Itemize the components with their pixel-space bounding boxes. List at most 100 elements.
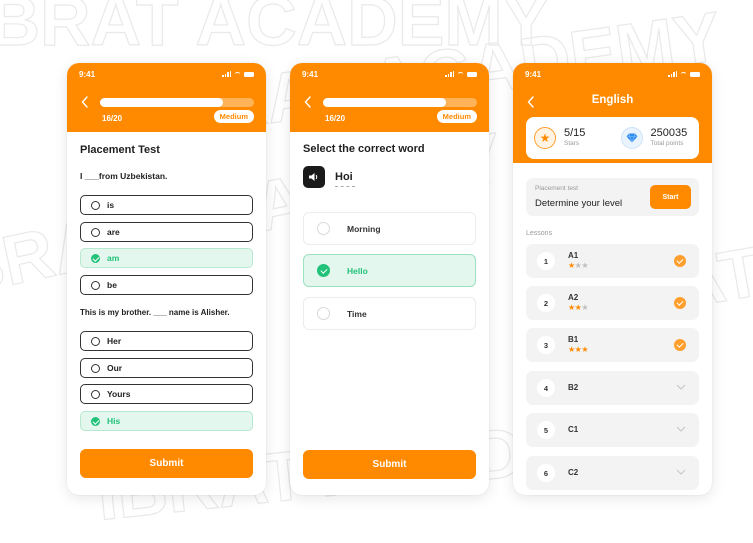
wifi-icon <box>457 71 464 77</box>
word-option[interactable]: Morning <box>303 212 476 245</box>
page-title: Select the correct word <box>303 143 425 155</box>
battery-icon <box>467 71 477 77</box>
start-button[interactable]: Start <box>650 185 691 209</box>
progress-counter: 16/20 <box>325 114 346 123</box>
speaker-icon[interactable] <box>303 166 325 188</box>
progress-bar <box>323 98 477 107</box>
stars-stat: ★ 5/15 Stars <box>526 127 613 149</box>
check-circle-icon <box>317 264 330 277</box>
chevron-down-icon <box>676 426 686 432</box>
lesson-stars: ★★★ <box>568 303 588 312</box>
star-empty-icon: ★ <box>581 303 589 312</box>
submit-button[interactable]: Submit <box>303 450 476 479</box>
lesson-item[interactable]: 1 A1 ★★★ <box>526 244 699 278</box>
answer-option-selected[interactable]: His <box>80 411 253 431</box>
option-label: Her <box>107 336 122 346</box>
english-course-screen: 9:41 English ★ 5/15 Stars 250035 Total p… <box>513 63 712 495</box>
level-badge: Medium <box>436 110 477 123</box>
lesson-name: C1 <box>568 425 579 434</box>
answer-option[interactable]: Her <box>80 331 253 351</box>
word-underline <box>335 186 355 187</box>
test-header: 9:41 16/20 Medium <box>290 63 489 132</box>
wifi-icon <box>680 71 687 77</box>
stars-value: 5/15 <box>564 127 586 139</box>
option-label: are <box>107 227 120 237</box>
lesson-number: 5 <box>537 421 555 439</box>
status-bar: 9:41 <box>290 63 489 85</box>
star-filled-icon: ★ <box>568 303 575 312</box>
answer-option[interactable]: is <box>80 195 253 215</box>
lesson-item[interactable]: 4 B2 <box>526 371 699 405</box>
option-label: am <box>107 253 120 263</box>
lesson-name: B1 <box>568 335 579 344</box>
lesson-item[interactable]: 6 C2 <box>526 456 699 490</box>
lesson-stars: ★★★ <box>568 345 588 354</box>
radio-icon <box>91 363 100 373</box>
answer-option-selected[interactable]: am <box>80 248 253 268</box>
lesson-item[interactable]: 5 C1 <box>526 413 699 447</box>
completed-check-icon <box>674 339 686 351</box>
question-text: I ___from Uzbekistan. <box>80 171 168 181</box>
placement-test-screen: 9:41 16/20 Medium Placement Test I ___fr… <box>67 63 266 495</box>
radio-icon <box>91 336 100 346</box>
option-label: Hello <box>347 265 368 276</box>
radio-icon <box>91 280 100 290</box>
back-arrow-icon[interactable] <box>81 96 89 108</box>
points-value: 250035 <box>650 127 688 139</box>
submit-button[interactable]: Submit <box>80 449 253 478</box>
star-filled-icon: ★ <box>568 261 575 270</box>
option-label: Time <box>347 308 367 319</box>
placement-card-title: Determine your level <box>535 198 623 209</box>
completed-check-icon <box>674 255 686 267</box>
star-icon: ★ <box>534 127 556 149</box>
answer-option[interactable]: Yours <box>80 384 253 404</box>
lesson-name: A1 <box>568 251 579 260</box>
signal-icon <box>445 71 454 77</box>
star-empty-icon: ★ <box>581 261 589 270</box>
progress-bar <box>100 98 254 107</box>
option-label: Yours <box>107 389 131 399</box>
course-header: 9:41 English ★ 5/15 Stars 250035 Total p… <box>513 63 712 163</box>
placement-test-card: Placement test Determine your level Star… <box>526 178 699 216</box>
stats-card: ★ 5/15 Stars 250035 Total points <box>526 117 699 159</box>
chevron-down-icon <box>676 384 686 390</box>
lesson-number: 3 <box>537 336 555 354</box>
option-label: Our <box>107 363 123 373</box>
lesson-stars: ★★★ <box>568 261 588 270</box>
check-circle-icon <box>91 253 100 263</box>
answer-option[interactable]: Our <box>80 358 253 378</box>
radio-icon <box>317 307 330 320</box>
lesson-number: 4 <box>537 379 555 397</box>
lesson-number: 1 <box>537 252 555 270</box>
test-header: 9:41 16/20 Medium <box>67 63 266 132</box>
back-arrow-icon[interactable] <box>304 96 312 108</box>
lesson-item[interactable]: 2 A2 ★★★ <box>526 286 699 320</box>
lesson-name: A2 <box>568 293 579 302</box>
chevron-down-icon <box>676 469 686 475</box>
question-text: This is my brother. ___ name is Alisher. <box>80 308 230 317</box>
points-label: Total points <box>650 140 684 147</box>
battery-icon <box>690 71 700 77</box>
watermark-text: IBRAT ACADEMY <box>0 0 549 60</box>
progress-fill <box>100 98 224 107</box>
option-label: Morning <box>347 223 381 234</box>
status-time: 9:41 <box>525 69 542 79</box>
answer-option[interactable]: be <box>80 275 253 295</box>
word-option[interactable]: Time <box>303 297 476 330</box>
lesson-item[interactable]: 3 B1 ★★★ <box>526 328 699 362</box>
points-stat: 250035 Total points <box>613 127 700 149</box>
option-label: be <box>107 280 117 290</box>
lesson-number: 2 <box>537 294 555 312</box>
lesson-name: B2 <box>568 383 579 392</box>
status-time: 9:41 <box>79 69 96 79</box>
select-word-screen: 9:41 16/20 Medium Select the correct wor… <box>290 63 489 495</box>
battery-icon <box>244 71 254 77</box>
answer-option[interactable]: are <box>80 222 253 242</box>
word-option-selected[interactable]: Hello <box>303 254 476 287</box>
lesson-name: C2 <box>568 468 579 477</box>
target-word: Hoi <box>335 171 353 183</box>
status-time: 9:41 <box>302 69 319 79</box>
option-label: His <box>107 416 121 426</box>
signal-icon <box>668 71 677 77</box>
completed-check-icon <box>674 297 686 309</box>
